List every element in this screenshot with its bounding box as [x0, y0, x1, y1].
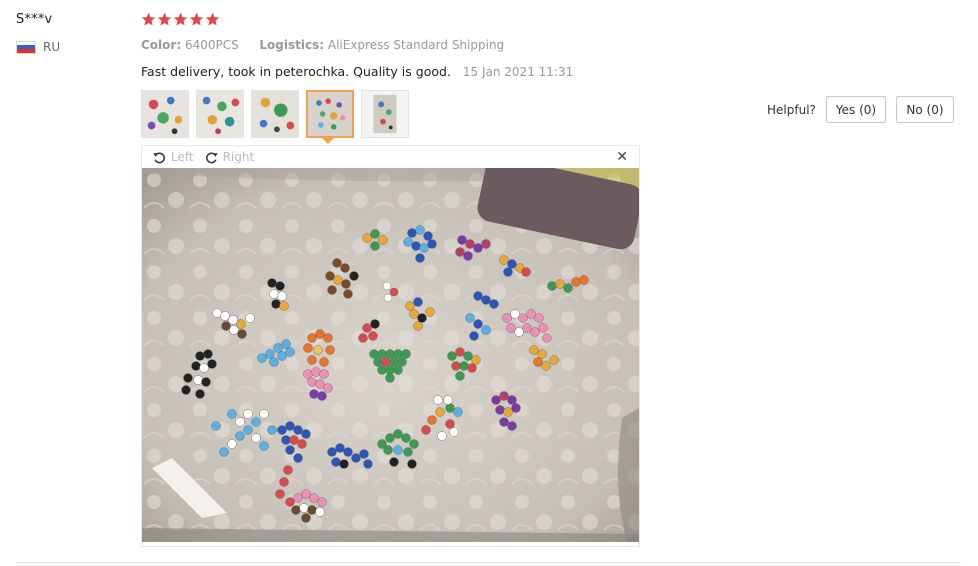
photo-viewer: Left Right ✕ — [141, 145, 640, 547]
logistics-label: Logistics: — [259, 38, 325, 52]
order-meta: Color: 6400PCS Logistics: AliExpress Sta… — [141, 38, 504, 52]
star-icon — [173, 12, 188, 26]
russia-flag-icon — [16, 40, 36, 54]
star-icon — [189, 12, 204, 26]
reviewer-name: S***v — [16, 12, 53, 27]
photo-thumbnails — [141, 90, 409, 138]
star-icon — [205, 12, 220, 26]
rotate-left-icon — [153, 152, 165, 163]
logistics-value: AliExpress Standard Shipping — [327, 38, 505, 52]
color-value: 6400PCS — [184, 38, 239, 52]
reviewer-country: RU — [16, 40, 60, 54]
review-text: Fast delivery, took in peterochka. Quali… — [141, 64, 451, 79]
review-comment: Fast delivery, took in peterochka. Quali… — [141, 64, 573, 79]
country-code: RU — [43, 40, 61, 54]
review-photo — [142, 168, 639, 542]
rotate-left-button[interactable]: Left — [152, 150, 194, 165]
helpful-label: Helpful? — [767, 103, 816, 117]
star-rating — [141, 12, 220, 27]
review-divider — [16, 562, 961, 563]
selected-thumbnail-pointer — [322, 138, 334, 144]
photo-thumbnail[interactable] — [361, 90, 409, 138]
color-label: Color: — [141, 38, 182, 52]
viewer-toolbar: Left Right ✕ — [142, 146, 639, 168]
helpful-no-button[interactable]: No (0) — [896, 96, 954, 123]
helpful-yes-button[interactable]: Yes (0) — [826, 96, 886, 123]
photo-thumbnail[interactable] — [141, 90, 189, 138]
rotate-right-button[interactable]: Right — [204, 150, 255, 165]
rotate-left-label: Left — [171, 150, 194, 164]
photo-thumbnail-selected[interactable] — [306, 90, 354, 138]
photo-thumbnail[interactable] — [196, 90, 244, 138]
rotate-right-label: Right — [222, 150, 255, 164]
close-viewer-button[interactable]: ✕ — [616, 149, 628, 165]
star-icon — [141, 12, 156, 26]
review-date: 15 Jan 2021 11:31 — [462, 65, 574, 79]
rotate-right-icon — [205, 152, 218, 163]
star-icon — [157, 12, 172, 26]
photo-thumbnail[interactable] — [251, 90, 299, 138]
